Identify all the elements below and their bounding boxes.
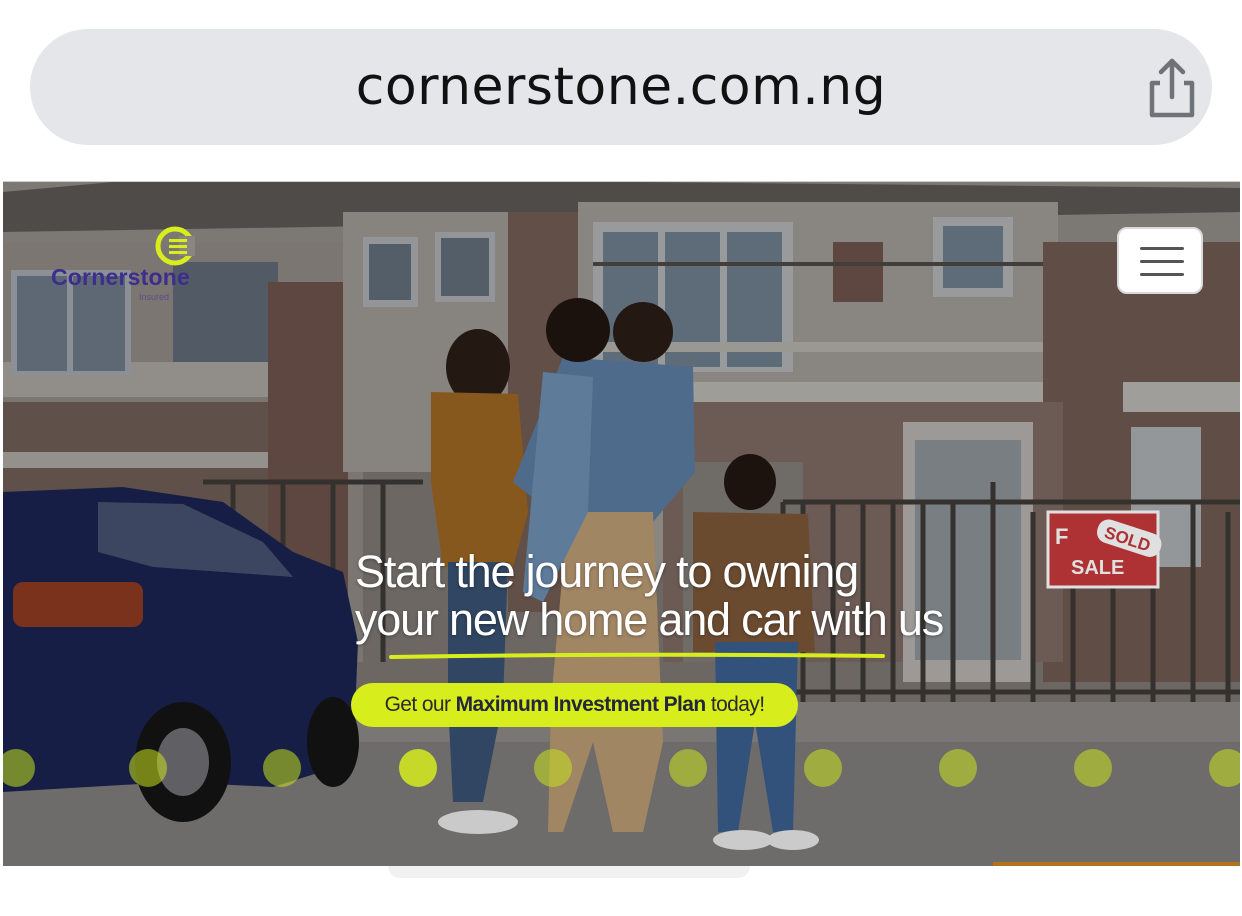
carousel-dot[interactable] bbox=[129, 749, 167, 787]
investment-plan-cta-button[interactable]: Get our Maximum Investment Plan today! bbox=[351, 683, 798, 727]
logo-wordmark: Cornerstone bbox=[51, 264, 190, 290]
cta-suffix: today! bbox=[705, 693, 765, 716]
carousel-dot[interactable] bbox=[263, 749, 301, 787]
carousel-dot[interactable] bbox=[1209, 749, 1240, 787]
share-icon[interactable] bbox=[1142, 57, 1202, 121]
page-below-hero bbox=[0, 866, 1242, 916]
hamburger-bar bbox=[1140, 273, 1184, 276]
carousel-dot[interactable] bbox=[804, 749, 842, 787]
hero-headline: Start the journey to owning your new hom… bbox=[355, 548, 1055, 644]
hamburger-menu-button[interactable] bbox=[1117, 227, 1203, 294]
site-logo[interactable]: Cornerstone Insured bbox=[51, 226, 211, 306]
section-shadow bbox=[388, 866, 750, 878]
logo-tagline: Insured bbox=[139, 292, 170, 302]
carousel-dot[interactable] bbox=[669, 749, 707, 787]
hamburger-menu-icon bbox=[1140, 247, 1184, 250]
headline-line-1: Start the journey to owning bbox=[355, 546, 859, 597]
url-text[interactable]: cornerstone.com.ng bbox=[30, 29, 1212, 145]
address-bar[interactable]: cornerstone.com.ng bbox=[30, 29, 1212, 145]
carousel-dot[interactable] bbox=[939, 749, 977, 787]
headline-line-2: your new home and car with us bbox=[355, 594, 944, 645]
cta-prefix: Get our bbox=[384, 693, 456, 716]
carousel-dot[interactable] bbox=[1074, 749, 1112, 787]
carousel-dot-active[interactable] bbox=[399, 749, 437, 787]
cornerstone-c-icon bbox=[155, 226, 195, 266]
cta-plan-name: Maximum Investment Plan bbox=[455, 693, 707, 716]
hamburger-bar bbox=[1140, 260, 1184, 263]
carousel-dot[interactable] bbox=[534, 749, 572, 787]
hero-banner: F SALE SOLD Cornerstone Insured Start th… bbox=[3, 181, 1240, 867]
headline-underline bbox=[389, 652, 885, 659]
